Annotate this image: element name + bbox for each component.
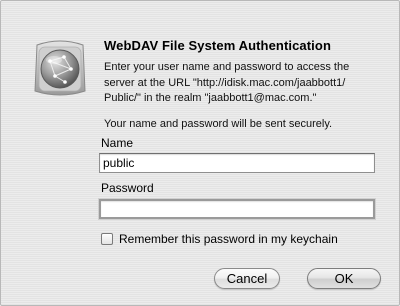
message-line: Public/" in the realm "jaabbott1@mac.com… (104, 92, 317, 104)
name-label: Name (101, 136, 134, 150)
message-line: server at the URL "http://idisk.mac.com/… (104, 76, 346, 89)
dialog-message: Enter your user name and password to acc… (104, 60, 394, 107)
password-field[interactable] (99, 199, 375, 219)
dialog-title: WebDAV File System Authentication (104, 38, 331, 53)
remember-keychain-row[interactable]: Remember this password in my keychain (101, 231, 338, 247)
secure-note: Your name and password will be sent secu… (104, 118, 333, 130)
authentication-dialog: WebDAV File System Authentication Enter … (0, 0, 400, 306)
remember-keychain-checkbox[interactable] (101, 233, 113, 245)
remember-keychain-label[interactable]: Remember this password in my keychain (119, 232, 338, 246)
name-field[interactable] (99, 153, 375, 173)
network-globe-icon (34, 40, 86, 96)
message-line: Enter your user name and password to acc… (104, 61, 350, 73)
cancel-button[interactable]: Cancel (214, 268, 280, 289)
password-label: Password (101, 181, 154, 195)
ok-button[interactable]: OK (307, 268, 381, 289)
